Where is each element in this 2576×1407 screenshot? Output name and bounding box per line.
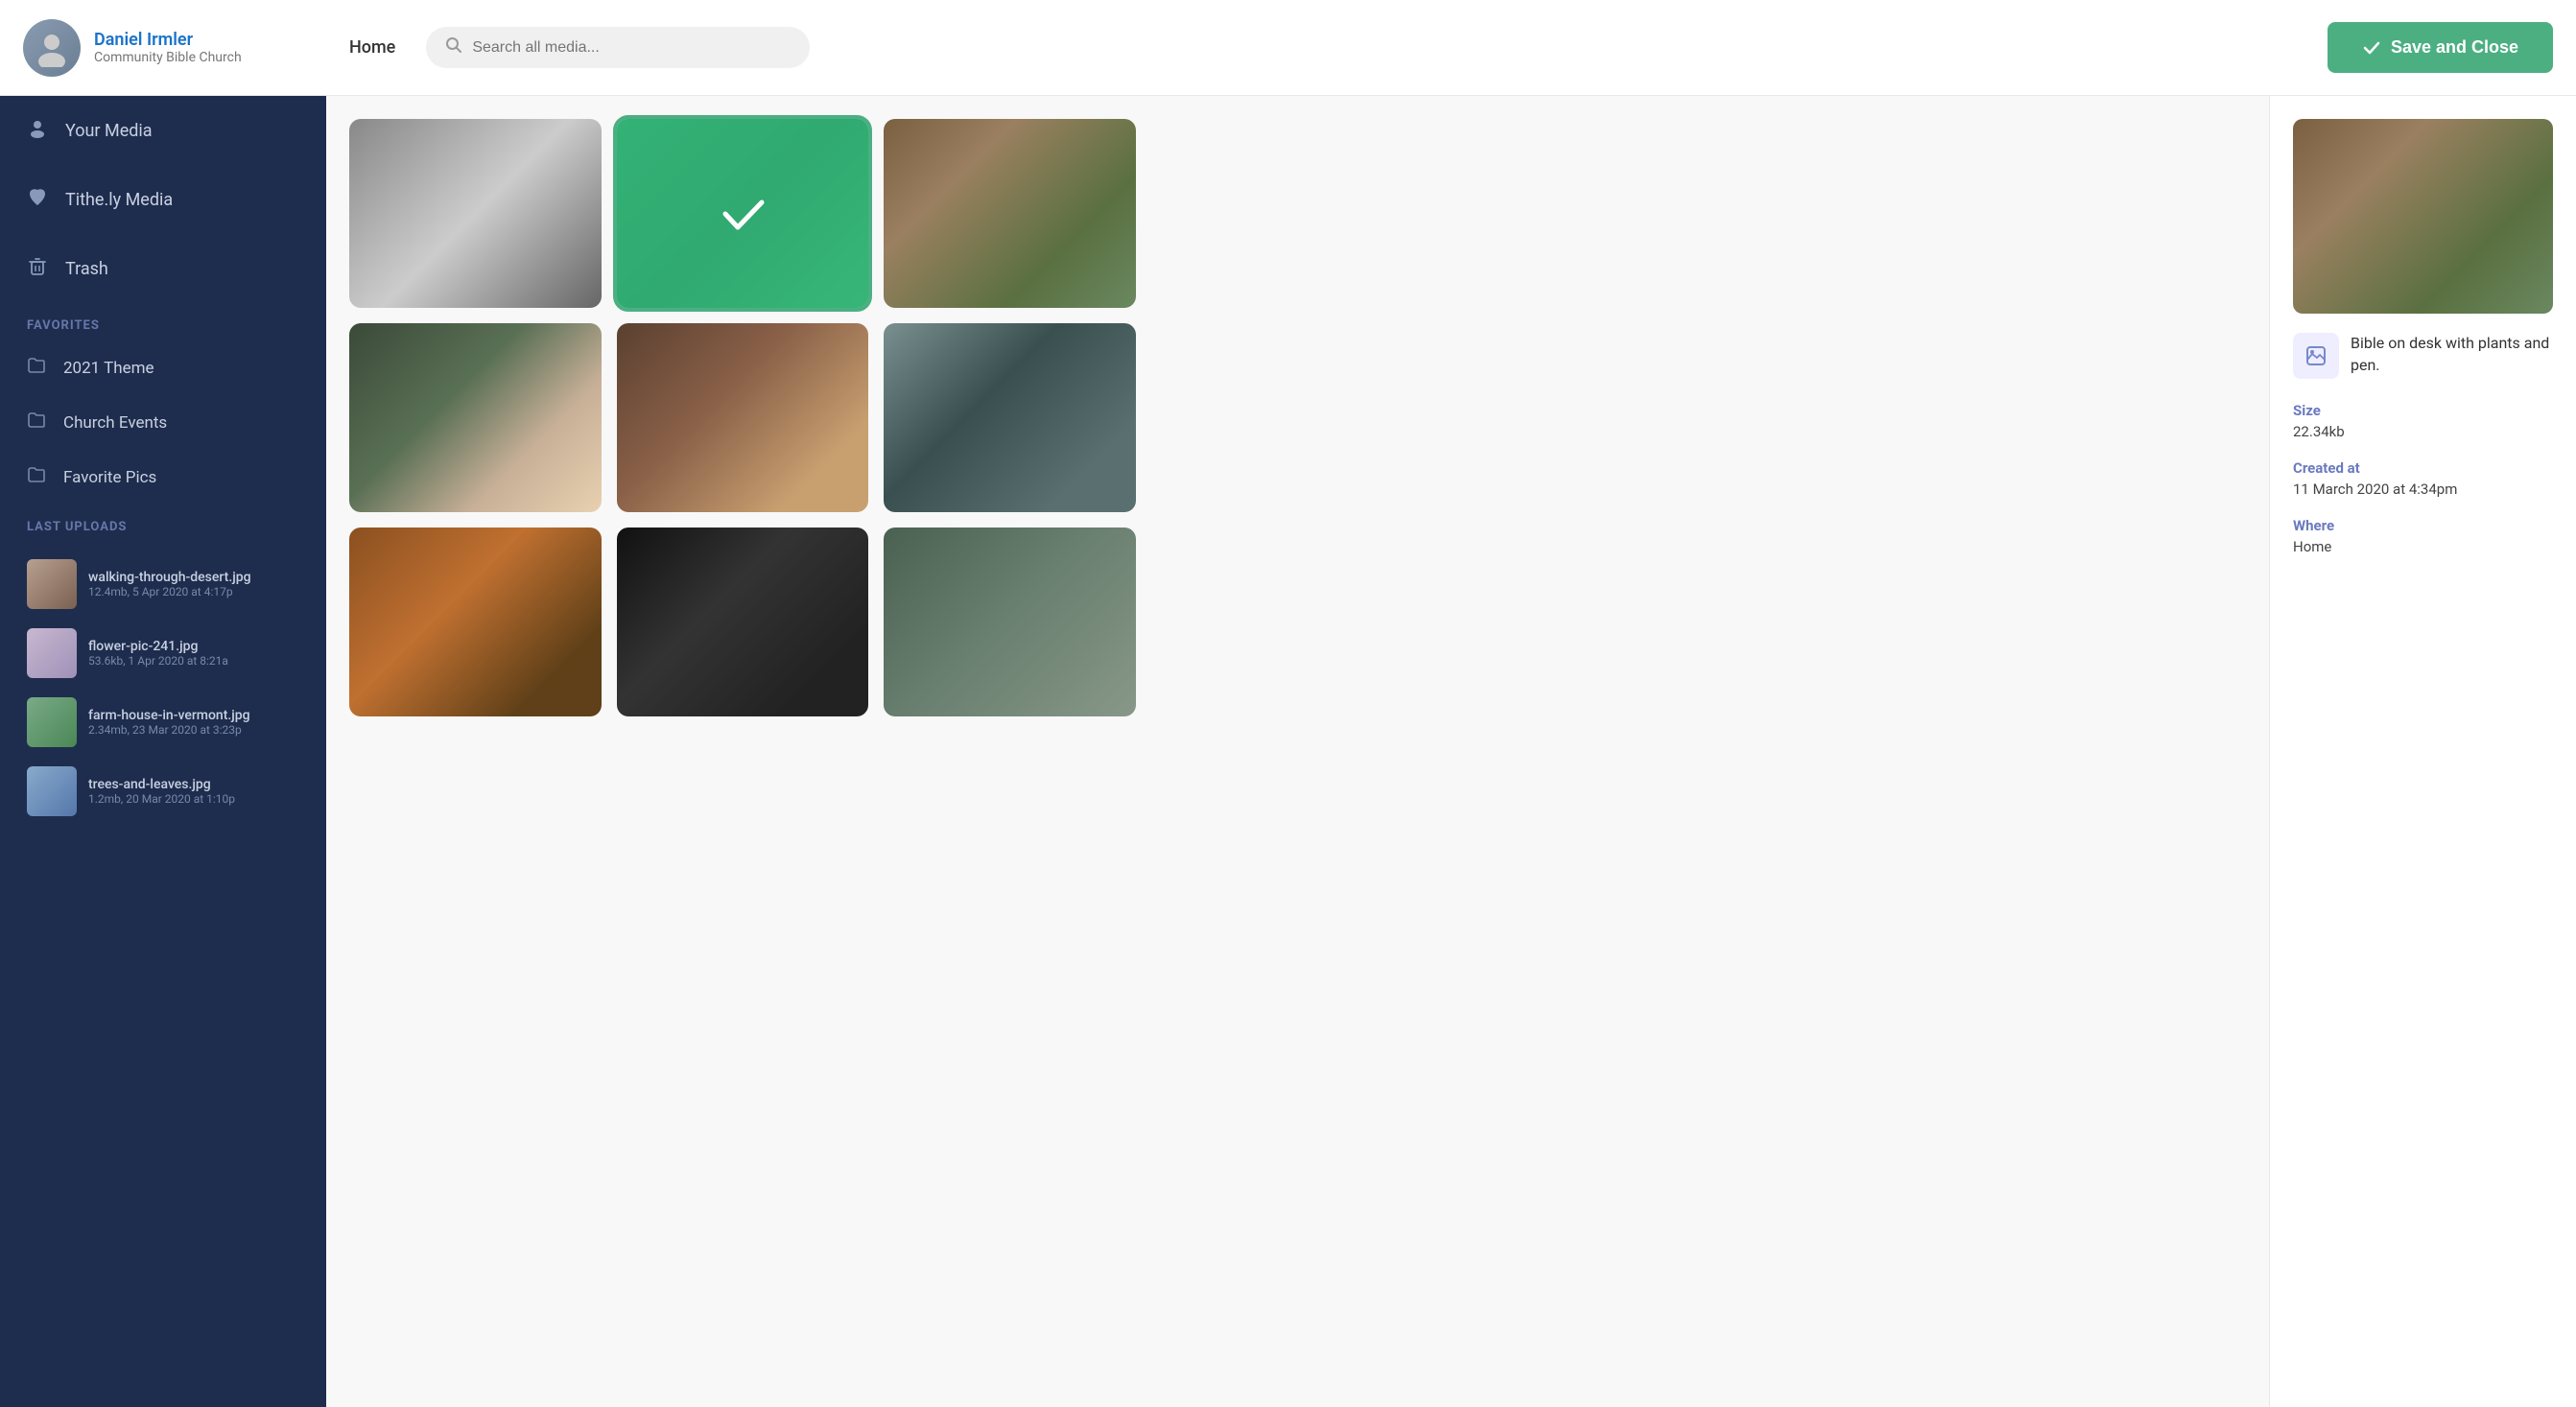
upload-item-1[interactable]: walking-through-desert.jpg 12.4mb, 5 Apr… bbox=[0, 550, 326, 619]
sidebar: Your Media Tithe.ly Media Trash bbox=[0, 96, 326, 1407]
sidebar-your-media-label: Your Media bbox=[65, 121, 153, 141]
sidebar-folder-2021-theme[interactable]: 2021 Theme bbox=[0, 340, 326, 395]
detail-image-bg bbox=[2293, 119, 2553, 314]
main-layout: Your Media Tithe.ly Media Trash bbox=[0, 96, 2576, 1407]
media-item-9[interactable] bbox=[884, 528, 1136, 716]
topbar-right: Save and Close bbox=[2328, 22, 2553, 73]
upload-thumb-4 bbox=[27, 766, 77, 816]
detail-image bbox=[2293, 119, 2553, 314]
media-image-3 bbox=[884, 119, 1136, 308]
folder-icon-2 bbox=[27, 410, 46, 434]
detail-where-section: Where Home bbox=[2293, 517, 2553, 555]
detail-size-value: 22.34kb bbox=[2293, 423, 2553, 440]
folder-2021-theme-label: 2021 Theme bbox=[63, 359, 154, 378]
home-link[interactable]: Home bbox=[349, 37, 395, 58]
media-item-1[interactable] bbox=[349, 119, 602, 308]
last-uploads-section-label: LAST UPLOADS bbox=[0, 504, 326, 542]
media-image-9 bbox=[884, 528, 1136, 716]
upload-name-2: flower-pic-241.jpg bbox=[88, 639, 299, 654]
content-area bbox=[326, 96, 2269, 1407]
upload-meta-2: 53.6kb, 1 Apr 2020 at 8:21a bbox=[88, 654, 299, 668]
detail-caption-icon bbox=[2293, 333, 2339, 379]
media-image-1 bbox=[349, 119, 602, 308]
upload-thumb-1 bbox=[27, 559, 77, 609]
detail-created-label: Created at bbox=[2293, 459, 2553, 477]
upload-name-1: walking-through-desert.jpg bbox=[88, 570, 299, 585]
media-item-8[interactable] bbox=[617, 528, 869, 716]
avatar bbox=[23, 19, 81, 77]
upload-thumb-3 bbox=[27, 697, 77, 747]
upload-item-3[interactable]: farm-house-in-vermont.jpg 2.34mb, 23 Mar… bbox=[0, 688, 326, 757]
detail-panel: Bible on desk with plants and pen. Size … bbox=[2269, 96, 2576, 1407]
media-image-8 bbox=[617, 528, 869, 716]
media-image-4 bbox=[349, 323, 602, 512]
upload-meta-4: 1.2mb, 20 Mar 2020 at 1:10p bbox=[88, 792, 299, 806]
upload-info-4: trees-and-leaves.jpg 1.2mb, 20 Mar 2020 … bbox=[88, 777, 299, 806]
detail-caption-row: Bible on desk with plants and pen. bbox=[2293, 333, 2553, 379]
detail-created-value: 11 March 2020 at 4:34pm bbox=[2293, 481, 2553, 498]
detail-caption-text: Bible on desk with plants and pen. bbox=[2351, 333, 2553, 376]
folder-icon-1 bbox=[27, 356, 46, 380]
upload-meta-3: 2.34mb, 23 Mar 2020 at 3:23p bbox=[88, 723, 299, 737]
favorites-section-label: FAVORITES bbox=[0, 303, 326, 340]
media-item-6[interactable] bbox=[884, 323, 1136, 512]
upload-name-4: trees-and-leaves.jpg bbox=[88, 777, 299, 792]
upload-info-3: farm-house-in-vermont.jpg 2.34mb, 23 Mar… bbox=[88, 708, 299, 737]
sidebar-folder-favorite-pics[interactable]: Favorite Pics bbox=[0, 450, 326, 504]
media-item-7[interactable] bbox=[349, 528, 602, 716]
media-item-3[interactable] bbox=[884, 119, 1136, 308]
folder-icon-3 bbox=[27, 465, 46, 489]
media-item-2[interactable] bbox=[617, 119, 869, 308]
person-icon bbox=[27, 117, 48, 144]
topbar-left: Daniel Irmler Community Bible Church bbox=[23, 19, 349, 77]
media-item-4[interactable] bbox=[349, 323, 602, 512]
search-bar bbox=[426, 27, 810, 68]
sidebar-item-tithely-media[interactable]: Tithe.ly Media bbox=[0, 165, 326, 234]
search-icon bbox=[445, 36, 462, 59]
topbar-center: Home bbox=[349, 27, 2304, 68]
media-image-5 bbox=[617, 323, 869, 512]
avatar-image bbox=[23, 19, 81, 77]
detail-size-label: Size bbox=[2293, 402, 2553, 419]
folder-favorite-pics-label: Favorite Pics bbox=[63, 468, 156, 487]
detail-created-section: Created at 11 March 2020 at 4:34pm bbox=[2293, 459, 2553, 498]
media-item-5[interactable] bbox=[617, 323, 869, 512]
search-input[interactable] bbox=[472, 39, 791, 57]
user-name: Daniel Irmler bbox=[94, 30, 242, 50]
folder-church-events-label: Church Events bbox=[63, 413, 167, 433]
upload-item-2[interactable]: flower-pic-241.jpg 53.6kb, 1 Apr 2020 at… bbox=[0, 619, 326, 688]
media-image-7 bbox=[349, 528, 602, 716]
detail-size-section: Size 22.34kb bbox=[2293, 402, 2553, 440]
topbar: Daniel Irmler Community Bible Church Hom… bbox=[0, 0, 2576, 96]
sidebar-trash-label: Trash bbox=[65, 259, 108, 279]
sidebar-tithely-label: Tithe.ly Media bbox=[65, 190, 173, 210]
upload-meta-1: 12.4mb, 5 Apr 2020 at 4:17p bbox=[88, 585, 299, 598]
save-close-label: Save and Close bbox=[2391, 37, 2518, 58]
selected-overlay bbox=[617, 119, 869, 308]
media-grid bbox=[349, 119, 1136, 716]
trash-icon bbox=[27, 255, 48, 282]
user-org: Community Bible Church bbox=[94, 50, 242, 65]
user-info: Daniel Irmler Community Bible Church bbox=[94, 30, 242, 65]
leaf-icon bbox=[27, 186, 48, 213]
uploads-list: walking-through-desert.jpg 12.4mb, 5 Apr… bbox=[0, 542, 326, 833]
upload-thumb-2 bbox=[27, 628, 77, 678]
upload-info-2: flower-pic-241.jpg 53.6kb, 1 Apr 2020 at… bbox=[88, 639, 299, 668]
upload-info-1: walking-through-desert.jpg 12.4mb, 5 Apr… bbox=[88, 570, 299, 598]
detail-where-label: Where bbox=[2293, 517, 2553, 534]
sidebar-item-your-media[interactable]: Your Media bbox=[0, 96, 326, 165]
detail-where-value: Home bbox=[2293, 538, 2553, 555]
media-image-6 bbox=[884, 323, 1136, 512]
upload-item-4[interactable]: trees-and-leaves.jpg 1.2mb, 20 Mar 2020 … bbox=[0, 757, 326, 826]
upload-name-3: farm-house-in-vermont.jpg bbox=[88, 708, 299, 723]
sidebar-folder-church-events[interactable]: Church Events bbox=[0, 395, 326, 450]
save-close-button[interactable]: Save and Close bbox=[2328, 22, 2553, 73]
sidebar-item-trash[interactable]: Trash bbox=[0, 234, 326, 303]
